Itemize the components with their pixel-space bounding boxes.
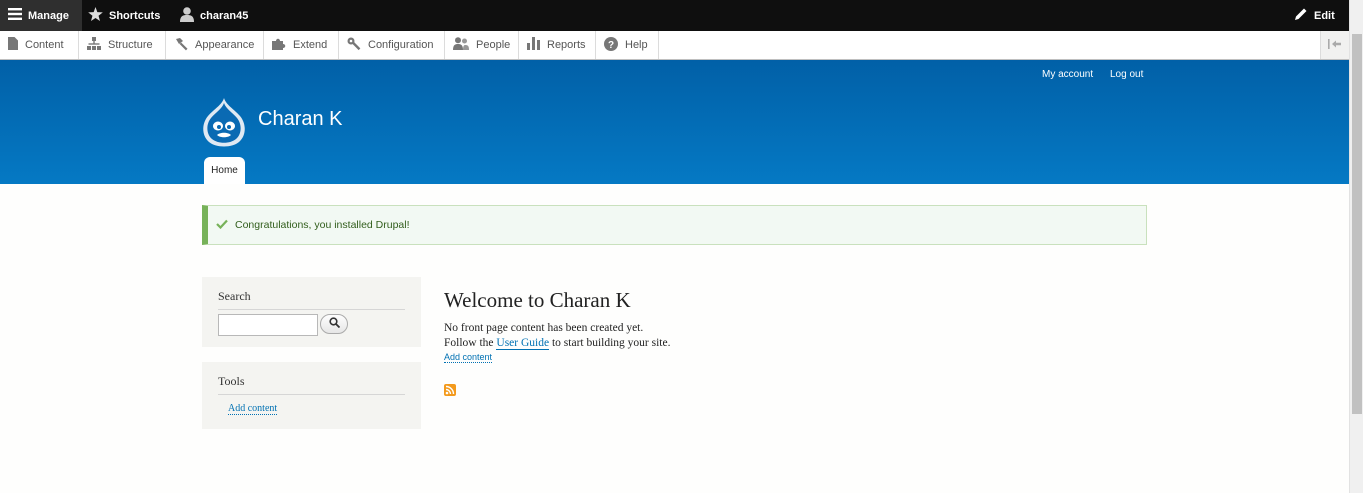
tray-item-people[interactable]: People xyxy=(445,31,519,59)
main-add-content-link[interactable]: Add content xyxy=(444,352,493,363)
tray-item-extend[interactable]: Extend xyxy=(264,31,339,59)
tray-item-configuration[interactable]: Configuration xyxy=(339,31,445,59)
tray-item-appearance[interactable]: Appearance xyxy=(166,31,264,59)
extend-icon xyxy=(272,37,293,53)
tools-block: Tools Add content xyxy=(202,362,421,429)
follow-prefix: Follow the xyxy=(444,337,497,349)
tray-item-label: Configuration xyxy=(368,39,434,51)
content-icon xyxy=(8,37,25,53)
structure-icon xyxy=(87,37,108,53)
search-block: Search xyxy=(202,277,421,347)
reports-icon xyxy=(527,37,547,53)
appearance-icon xyxy=(174,37,195,54)
follow-suffix: to start building your site. xyxy=(549,337,671,349)
site-name[interactable]: Charan K xyxy=(258,108,343,131)
tray-item-label: People xyxy=(476,39,511,51)
tray-item-structure[interactable]: Structure xyxy=(79,31,166,59)
configuration-icon xyxy=(347,37,368,54)
svg-text:?: ? xyxy=(608,40,614,51)
no-content-text: No front page content has been created y… xyxy=(444,322,644,334)
tools-add-content-link[interactable]: Add content xyxy=(228,403,278,415)
rss-feed-icon[interactable] xyxy=(444,383,456,401)
status-message-text: Congratulations, you installed Drupal! xyxy=(235,219,410,231)
admin-toolbar: Manage Shortcuts charan45 Edit xyxy=(0,0,1349,31)
tray-item-label: Structure xyxy=(108,39,153,51)
tray-orientation-toggle[interactable] xyxy=(1320,31,1349,59)
status-message: Congratulations, you installed Drupal! xyxy=(202,205,1147,245)
log-out-link[interactable]: Log out xyxy=(1110,69,1143,80)
pencil-icon xyxy=(1294,7,1314,24)
checkmark-icon xyxy=(216,219,235,232)
tray-item-content[interactable]: Content xyxy=(0,31,79,59)
tray-item-label: Appearance xyxy=(195,39,255,51)
shortcuts-tab[interactable]: Shortcuts xyxy=(88,0,160,31)
tray-item-help[interactable]: ? Help xyxy=(596,31,659,59)
follow-guide-text: Follow the User Guide to start building … xyxy=(444,337,671,350)
tray-item-label: Reports xyxy=(547,39,586,51)
page-title: Welcome to Charan K xyxy=(444,288,631,312)
shortcuts-label: Shortcuts xyxy=(109,9,161,22)
people-icon xyxy=(453,37,476,53)
search-button[interactable] xyxy=(320,314,348,334)
user-icon xyxy=(180,6,200,25)
star-icon xyxy=(88,7,109,24)
manage-tab[interactable]: Manage xyxy=(0,0,82,31)
search-icon xyxy=(328,315,340,333)
tab-home[interactable]: Home xyxy=(204,157,245,184)
tray-item-reports[interactable]: Reports xyxy=(519,31,596,59)
edit-tab[interactable]: Edit xyxy=(1294,0,1335,31)
search-block-title: Search xyxy=(218,289,405,310)
tools-block-title: Tools xyxy=(218,374,405,395)
search-input[interactable] xyxy=(218,314,318,336)
tray-item-label: Help xyxy=(625,39,648,51)
hamburger-icon xyxy=(8,8,28,23)
help-icon: ? xyxy=(604,36,625,54)
collapse-arrow-icon xyxy=(1328,38,1342,52)
edit-label: Edit xyxy=(1314,9,1335,22)
manage-label: Manage xyxy=(28,9,69,22)
user-tab[interactable]: charan45 xyxy=(180,0,248,31)
scrollbar[interactable] xyxy=(1349,0,1363,493)
admin-tray: Content Structure Appearance Extend Conf… xyxy=(0,31,1349,60)
tray-item-label: Content xyxy=(25,39,64,51)
user-label: charan45 xyxy=(200,9,249,22)
tray-item-label: Extend xyxy=(293,39,328,51)
drupal-logo-icon[interactable] xyxy=(200,97,248,154)
scrollbar-thumb[interactable] xyxy=(1352,34,1362,414)
user-guide-link[interactable]: User Guide xyxy=(496,337,550,350)
my-account-link[interactable]: My account xyxy=(1042,69,1093,80)
